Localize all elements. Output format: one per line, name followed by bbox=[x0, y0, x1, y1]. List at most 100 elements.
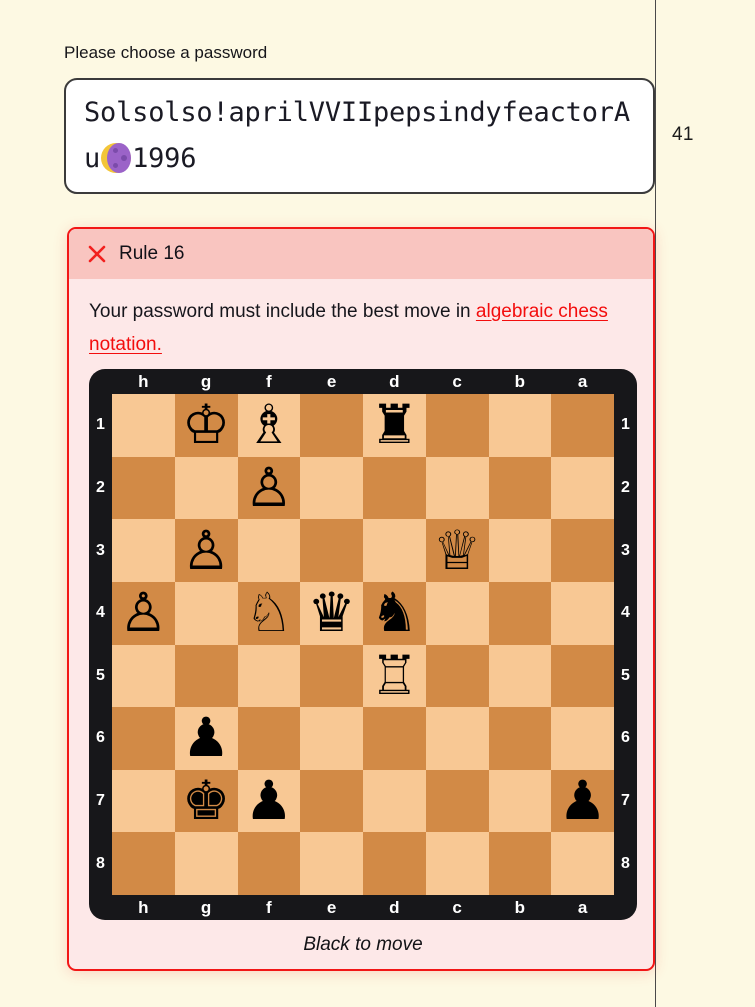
square-c3[interactable]: ♕ bbox=[425, 519, 489, 582]
square-d3[interactable] bbox=[363, 519, 426, 582]
white-pawn-icon[interactable]: ♙ bbox=[182, 524, 230, 578]
password-input[interactable]: Solsolso!aprilVVIIpepsindyfeactorAu 1996 bbox=[64, 78, 655, 194]
rank-labels-right: 1 2 3 4 5 6 7 8 bbox=[614, 394, 637, 895]
square-c7[interactable] bbox=[425, 769, 489, 833]
square-b1[interactable] bbox=[488, 394, 552, 457]
moon-emoji bbox=[101, 143, 132, 173]
square-f8[interactable] bbox=[237, 832, 301, 895]
square-c1[interactable] bbox=[425, 394, 489, 457]
file-label-c: c bbox=[452, 897, 462, 917]
square-h3[interactable] bbox=[112, 519, 175, 582]
square-e1[interactable] bbox=[300, 394, 363, 457]
square-b4[interactable] bbox=[488, 581, 552, 645]
square-f1[interactable]: ♗ bbox=[237, 394, 301, 457]
square-f2[interactable]: ♙ bbox=[237, 456, 301, 520]
square-h7[interactable] bbox=[112, 769, 175, 833]
square-f4[interactable]: ♘ bbox=[237, 581, 301, 645]
square-f7[interactable]: ♟ bbox=[237, 769, 301, 833]
square-a3[interactable] bbox=[551, 519, 614, 582]
square-e3[interactable] bbox=[300, 519, 363, 582]
file-label-a: a bbox=[577, 897, 588, 917]
square-g5[interactable] bbox=[174, 644, 238, 708]
rank-label-3: 3 bbox=[96, 541, 105, 559]
rank-labels-left: 1 2 3 4 5 6 7 8 bbox=[89, 394, 112, 895]
white-knight-icon[interactable]: ♘ bbox=[245, 586, 293, 640]
square-g1[interactable]: ♔ bbox=[174, 394, 238, 457]
square-e5[interactable] bbox=[300, 644, 363, 708]
square-b6[interactable] bbox=[488, 707, 552, 770]
rule-card: Rule 16 Your password must include the b… bbox=[67, 227, 655, 971]
square-e4[interactable]: ♛ bbox=[300, 581, 363, 645]
white-bishop-icon[interactable]: ♗ bbox=[245, 398, 293, 452]
square-c4[interactable] bbox=[425, 581, 489, 645]
square-d2[interactable] bbox=[363, 456, 426, 520]
file-label-b: b bbox=[514, 897, 526, 917]
square-b2[interactable] bbox=[488, 456, 552, 520]
square-g6[interactable]: ♟ bbox=[174, 707, 238, 770]
file-label-e: e bbox=[326, 371, 337, 391]
square-c6[interactable] bbox=[425, 707, 489, 770]
square-g8[interactable] bbox=[174, 832, 238, 895]
white-king-icon[interactable]: ♔ bbox=[182, 398, 230, 452]
black-pawn-icon[interactable]: ♟ bbox=[182, 711, 230, 765]
square-h5[interactable] bbox=[112, 644, 175, 708]
password-value: Solsolso!aprilVVIIpepsindyfeactorAu 1996 bbox=[84, 90, 635, 182]
file-label-a: a bbox=[577, 371, 588, 391]
square-d5[interactable]: ♖ bbox=[363, 644, 426, 708]
square-d6[interactable] bbox=[363, 707, 426, 770]
square-c5[interactable] bbox=[425, 644, 489, 708]
square-g4[interactable] bbox=[174, 581, 238, 645]
file-label-d: d bbox=[389, 897, 400, 917]
square-f5[interactable] bbox=[237, 644, 301, 708]
square-a2[interactable] bbox=[551, 456, 614, 520]
white-pawn-icon[interactable]: ♙ bbox=[245, 461, 293, 515]
square-h8[interactable] bbox=[112, 832, 175, 895]
square-b8[interactable] bbox=[488, 832, 552, 895]
square-b7[interactable] bbox=[488, 769, 552, 833]
square-a7[interactable]: ♟ bbox=[551, 769, 614, 833]
square-e7[interactable] bbox=[300, 769, 363, 833]
square-d1[interactable]: ♜ bbox=[363, 394, 426, 457]
black-king-icon[interactable]: ♚ bbox=[182, 774, 230, 828]
password-value-part1: Solsolso!aprilVVIIpepsindyfea bbox=[84, 97, 550, 128]
square-d7[interactable] bbox=[363, 769, 426, 833]
black-knight-icon[interactable]: ♞ bbox=[370, 586, 418, 640]
square-d8[interactable] bbox=[363, 832, 426, 895]
white-rook-icon[interactable]: ♖ bbox=[370, 649, 418, 703]
square-h6[interactable] bbox=[112, 707, 175, 770]
chess-board-container: h g f e d c b a h g f e d c b a 1 2 3 4 5 6 7 8 1 2 3 4 5 6 7 8 ♔ ♗ ♜ ♙… bbox=[89, 369, 637, 956]
square-h4[interactable]: ♙ bbox=[112, 581, 175, 645]
square-h1[interactable] bbox=[112, 394, 175, 457]
square-b5[interactable] bbox=[488, 644, 552, 708]
black-queen-icon[interactable]: ♛ bbox=[307, 586, 355, 640]
square-e6[interactable] bbox=[300, 707, 363, 770]
square-c2[interactable] bbox=[425, 456, 489, 520]
black-pawn-icon[interactable]: ♟ bbox=[558, 774, 606, 828]
square-a1[interactable] bbox=[551, 394, 614, 457]
app-root: 41 Please choose a password Solsolso!apr… bbox=[0, 0, 755, 1007]
square-c8[interactable] bbox=[425, 832, 489, 895]
square-a6[interactable] bbox=[551, 707, 614, 770]
white-pawn-icon[interactable]: ♙ bbox=[119, 586, 167, 640]
square-d4[interactable]: ♞ bbox=[363, 581, 426, 645]
rank-label-8: 8 bbox=[96, 854, 105, 872]
file-label-h: h bbox=[138, 371, 149, 391]
square-g3[interactable]: ♙ bbox=[174, 519, 238, 582]
square-e8[interactable] bbox=[300, 832, 363, 895]
black-rook-icon[interactable]: ♜ bbox=[370, 398, 418, 452]
square-a4[interactable] bbox=[551, 581, 614, 645]
file-label-h: h bbox=[138, 897, 149, 917]
white-queen-icon[interactable]: ♕ bbox=[433, 524, 481, 578]
file-label-g: g bbox=[200, 897, 212, 917]
square-b3[interactable] bbox=[488, 519, 552, 582]
square-a5[interactable] bbox=[551, 644, 614, 708]
square-h2[interactable] bbox=[112, 456, 175, 520]
square-f3[interactable] bbox=[237, 519, 301, 582]
square-g7[interactable]: ♚ bbox=[174, 769, 238, 833]
square-e2[interactable] bbox=[300, 456, 363, 520]
black-pawn-icon[interactable]: ♟ bbox=[245, 774, 293, 828]
square-f6[interactable] bbox=[237, 707, 301, 770]
x-icon bbox=[88, 245, 106, 263]
square-a8[interactable] bbox=[551, 832, 614, 895]
square-g2[interactable] bbox=[174, 456, 238, 520]
